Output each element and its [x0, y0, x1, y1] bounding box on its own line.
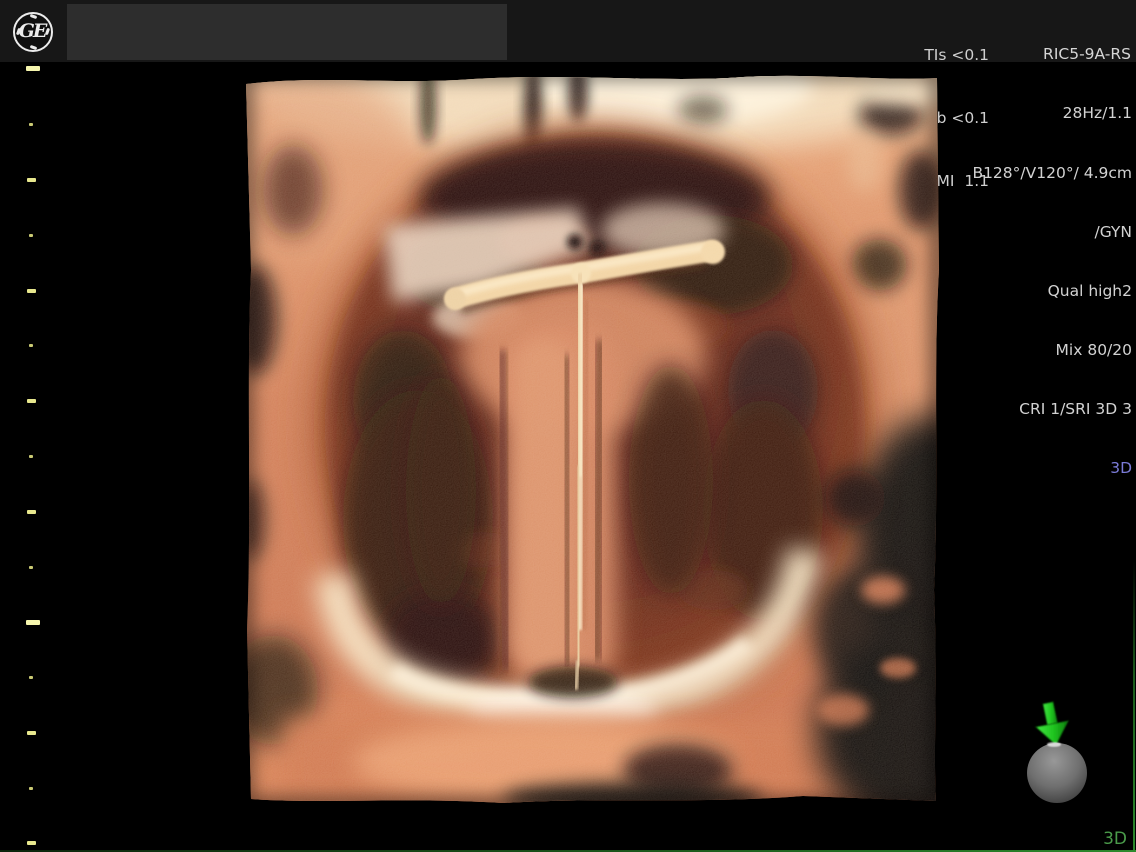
ruler-tick [29, 344, 33, 347]
ruler-tick [26, 66, 40, 71]
probe-name: RIC5-9A-RS [1043, 45, 1131, 63]
imaging-parameters: 28Hz/1.1 B128°/V120°/ 4.9cm /GYN Qual hi… [972, 65, 1132, 518]
ultrasound-screen: GE TIs <0.1 TIb <0.1 MI 1.1 RIC5-9A-RS 2… [0, 0, 1136, 852]
angle-depth-readout: B128°/V120°/ 4.9cm [972, 164, 1132, 184]
quality-readout: Qual high2 [972, 282, 1132, 302]
ruler-tick [27, 731, 36, 735]
ruler-tick [27, 841, 36, 845]
orientation-marker[interactable] [1020, 692, 1100, 812]
mix-readout: Mix 80/20 [972, 341, 1132, 361]
right-frame-line [1133, 560, 1135, 852]
ruler-tick [29, 787, 33, 790]
orientation-arrow-icon [1036, 702, 1068, 745]
ruler-tick [27, 289, 36, 293]
ruler-tick [27, 178, 36, 182]
footer-3d-label: 3D [1103, 829, 1127, 849]
ruler-tick [29, 455, 33, 458]
ruler-tick [29, 123, 33, 126]
ruler-tick [27, 510, 36, 514]
ruler-tick [29, 676, 33, 679]
depth-ruler [0, 0, 60, 852]
orientation-ball-icon [1027, 743, 1087, 803]
cri-sri-readout: CRI 1/SRI 3D 3 [972, 400, 1132, 420]
ruler-tick [26, 620, 40, 625]
ruler-tick [27, 399, 36, 403]
render-mode-label: 3D [972, 459, 1132, 479]
ultrasound-image[interactable] [243, 70, 940, 807]
frame-rate-readout: 28Hz/1.1 [972, 104, 1132, 124]
patient-banner [67, 4, 507, 60]
preset-readout: /GYN [972, 223, 1132, 243]
ruler-tick [29, 234, 33, 237]
tis-readout: TIs <0.1 [923, 45, 989, 66]
ruler-tick [29, 566, 33, 569]
